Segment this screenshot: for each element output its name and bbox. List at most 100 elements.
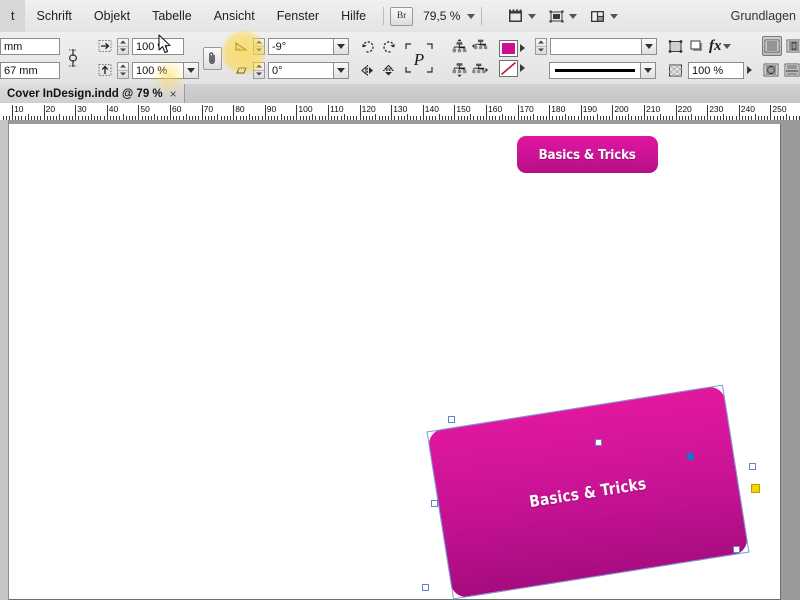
position-x-input[interactable]: mm (0, 37, 60, 55)
horizontal-ruler[interactable]: 10 20 30 40 50 60 70 80 90 100 110 120 130 140 150 160 1… (0, 103, 800, 121)
menu-item-ansicht[interactable]: Ansicht (203, 0, 266, 32)
stroke-dropdown-arrow-icon[interactable] (520, 64, 525, 72)
stroke-style-preview[interactable] (549, 61, 641, 79)
flip-vertical-icon (383, 64, 395, 75)
scale-width-stepper[interactable] (117, 37, 129, 55)
scale-height-dropdown-button[interactable] (184, 61, 199, 79)
chevron-down-icon (337, 67, 345, 73)
rotate-clockwise-90-button[interactable] (359, 37, 377, 55)
selection-handle-middle-right[interactable] (733, 546, 740, 553)
select-container-icon (668, 39, 683, 53)
scale-height-combo[interactable]: 100 % (132, 61, 199, 79)
rotation-angle-input[interactable]: -9° (268, 37, 334, 55)
document-page[interactable]: Basics & Tricks Basics & Tricks (9, 124, 781, 600)
workspace-label[interactable]: Grundlagen (731, 9, 800, 23)
shear-angle-input[interactable]: 0° (268, 61, 334, 79)
bring-forward-button[interactable] (471, 37, 489, 55)
bring-to-front-button[interactable] (450, 37, 468, 55)
selection-handle-middle-left[interactable] (431, 500, 438, 507)
menu-item-schrift[interactable]: Schrift (25, 0, 82, 32)
banner-text: Basics & Tricks (538, 146, 637, 163)
constrain-proportions-button[interactable] (64, 49, 82, 67)
ruler-label: 240 (740, 104, 755, 114)
scale-height-stepper[interactable] (117, 61, 129, 79)
menubar-divider-2 (481, 7, 483, 25)
bring-to-front-icon (452, 39, 466, 53)
menu-item-fenster[interactable]: Fenster (266, 0, 330, 32)
stroke-weight-dropdown-button[interactable] (642, 37, 657, 55)
ruler-major-tick (106, 105, 108, 120)
flip-vertical-button[interactable] (380, 61, 398, 79)
flip-horizontal-button[interactable] (359, 61, 377, 79)
rotation-angle-stepper[interactable] (253, 37, 265, 55)
menu-item-bearbeiten[interactable]: t (0, 0, 26, 32)
rotation-angle-combo[interactable]: -9° (268, 37, 349, 55)
shear-angle-icon (232, 61, 250, 79)
ruler-label: 150 (456, 104, 471, 114)
screen-mode-button[interactable] (508, 9, 537, 24)
wrap-jump-object-button[interactable] (783, 61, 800, 79)
stroke-style-combo[interactable] (549, 61, 656, 79)
transparency-button[interactable] (667, 61, 685, 79)
select-container-button[interactable] (667, 37, 685, 55)
stroke-weight-input[interactable] (550, 37, 642, 55)
fill-dropdown-arrow-icon[interactable] (520, 44, 525, 52)
shear-angle-combo[interactable]: 0° (268, 61, 349, 79)
menu-item-hilfe[interactable]: Hilfe (330, 0, 377, 32)
opacity-input[interactable]: 100 % (688, 61, 744, 79)
layout-view-button[interactable] (590, 9, 619, 24)
rotate-clockwise-90-icon (362, 40, 374, 53)
ruler-label: 50 (140, 104, 150, 114)
constrain-scale-button[interactable] (203, 46, 222, 70)
frame-view-icon (549, 10, 564, 22)
shear-angle-dropdown-button[interactable] (334, 61, 349, 79)
chevron-down-icon[interactable] (610, 13, 619, 19)
menu-item-tabelle[interactable]: Tabelle (141, 0, 203, 32)
ruler-major-tick (201, 105, 203, 120)
effects-fx-button[interactable]: fx (709, 38, 731, 55)
banner-object[interactable]: Basics & Tricks (517, 136, 658, 173)
chevron-down-icon[interactable] (569, 13, 578, 19)
scale-height-input[interactable]: 100 % (132, 61, 184, 79)
selection-handle-bottom-left[interactable] (422, 584, 429, 591)
ruler-label: 230 (709, 104, 724, 114)
wrap-none-button[interactable] (762, 36, 782, 56)
document-canvas[interactable]: Basics & Tricks Basics & Tricks (9, 120, 800, 600)
send-to-back-button[interactable] (450, 61, 468, 79)
fill-color-swatch[interactable] (499, 39, 518, 57)
selection-handle-top-right-active[interactable] (687, 453, 694, 460)
chevron-down-icon[interactable] (722, 43, 731, 49)
frame-view-button[interactable] (549, 9, 578, 24)
selection-handle-top-left[interactable] (448, 416, 455, 423)
corner-radius-handle[interactable] (751, 484, 760, 493)
ruler-major-tick (517, 105, 519, 120)
stroke-weight-combo[interactable] (550, 37, 657, 55)
document-tab[interactable]: Cover InDesign.indd @ 79 % × (0, 84, 185, 103)
chevron-down-icon[interactable] (467, 13, 476, 19)
vertical-ruler[interactable] (0, 120, 9, 600)
scale-lock-group (203, 32, 222, 84)
menu-item-objekt[interactable]: Objekt (83, 0, 141, 32)
chevron-down-icon[interactable] (528, 13, 537, 19)
bridge-button[interactable]: Br (390, 6, 414, 26)
ruler-label: 200 (614, 104, 629, 114)
wrap-bounding-box-button[interactable] (785, 37, 800, 55)
scale-fields-group: 100 % 100 % (96, 32, 199, 84)
rotate-counterclockwise-90-button[interactable] (380, 37, 398, 55)
zoom-control[interactable]: 79,5 % (423, 9, 476, 23)
wrap-object-shape-button[interactable] (762, 61, 780, 79)
stroke-style-dropdown-button[interactable] (641, 61, 656, 79)
stroke-weight-stepper[interactable] (535, 37, 547, 55)
chevron-down-icon (187, 67, 195, 73)
rotation-angle-dropdown-button[interactable] (334, 37, 349, 55)
selection-handle-corner-right[interactable] (749, 463, 756, 470)
position-y-input[interactable]: 67 mm (0, 61, 60, 79)
stroke-color-swatch[interactable] (499, 59, 518, 77)
shear-angle-stepper[interactable] (253, 61, 265, 79)
close-icon[interactable]: × (170, 87, 177, 101)
selection-handle-top-center[interactable] (595, 439, 602, 446)
paperclip-icon (209, 51, 215, 64)
send-backward-button[interactable] (471, 61, 489, 79)
drop-shadow-button[interactable] (688, 37, 706, 55)
opacity-dropdown-arrow-icon[interactable] (747, 66, 752, 74)
